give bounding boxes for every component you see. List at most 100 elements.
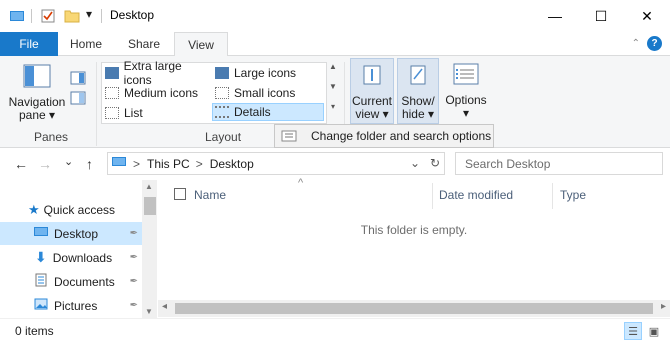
new-folder-icon[interactable] — [64, 8, 80, 24]
column-header-date-modified[interactable]: Date modified — [439, 188, 513, 202]
options-button[interactable]: Options ▾ — [443, 58, 489, 124]
customize-qat-dropdown[interactable]: ▾ — [86, 7, 92, 23]
horizontal-scrollbar[interactable]: ◂ ▸ — [158, 300, 670, 317]
navigation-pane: ★ Quick access Desktop ✒ ⬇ Downloads ✒ D… — [0, 180, 158, 318]
divider — [101, 9, 102, 23]
folder-options-icon — [281, 130, 297, 142]
large-icons-view-toggle[interactable]: ▣ — [645, 322, 663, 340]
collapse-ribbon-icon[interactable]: ⌃ — [632, 38, 640, 49]
title-bar: ▾ Desktop — ☐ ✕ — [0, 0, 670, 32]
details-pane-icon[interactable] — [70, 90, 86, 109]
pin-icon[interactable]: ✒ — [130, 228, 138, 239]
layout-small-icons[interactable]: Small icons — [215, 84, 323, 102]
column-header-type[interactable]: Type — [560, 188, 586, 202]
back-button[interactable]: ← — [14, 156, 28, 172]
close-button[interactable]: ✕ — [624, 0, 670, 32]
this-pc-icon — [111, 155, 129, 172]
select-all-checkbox[interactable] — [174, 188, 186, 200]
current-view-button[interactable]: Current view ▾ — [350, 58, 394, 124]
desktop-icon — [33, 225, 49, 242]
nav-item-pictures[interactable]: Pictures ✒ — [0, 294, 142, 317]
tab-home[interactable]: Home — [60, 32, 112, 56]
address-dropdown-button[interactable]: ⌄ — [410, 156, 420, 170]
divider — [31, 9, 32, 23]
pin-icon[interactable]: ✒ — [130, 276, 138, 287]
pin-icon[interactable]: ✒ — [130, 300, 138, 311]
show-hide-button[interactable]: Show/ hide ▾ — [397, 58, 439, 124]
column-divider[interactable] — [432, 183, 433, 209]
layout-item-label: Large icons — [234, 66, 297, 80]
column-header-name[interactable]: Name — [194, 188, 226, 202]
preview-pane-icon[interactable] — [70, 70, 86, 89]
minimize-icon: — — [548, 8, 562, 24]
column-divider[interactable] — [552, 183, 553, 209]
tab-view[interactable]: View — [174, 32, 228, 57]
nav-item-quick-access[interactable]: ★ Quick access — [0, 198, 142, 221]
layout-group-label: Layout — [205, 130, 242, 144]
layout-gallery: Extra large icons Large icons Medium ico… — [101, 59, 327, 124]
nav-item-downloads[interactable]: ⬇ Downloads ✒ — [0, 246, 142, 269]
small-icons-icon — [215, 87, 229, 99]
scroll-down-icon[interactable]: ▼ — [145, 307, 153, 316]
group-divider — [96, 62, 97, 146]
recent-locations-button[interactable]: ⌄ — [64, 155, 73, 168]
layout-large-icons[interactable]: Large icons — [215, 64, 323, 82]
layout-medium-icons[interactable]: Medium icons — [105, 84, 211, 102]
nav-pane-scroll-thumb[interactable] — [144, 197, 156, 215]
horizontal-scroll-thumb[interactable] — [175, 303, 653, 314]
large-icons-view-icon: ▣ — [648, 325, 660, 338]
path-separator[interactable]: > — [133, 157, 140, 171]
up-button[interactable]: ↑ — [86, 156, 93, 172]
search-box[interactable]: Search Desktop — [455, 152, 663, 175]
status-bar: 0 items ☰ ▣ — [0, 318, 670, 342]
gallery-more-icon[interactable]: ▾ — [327, 102, 339, 122]
nav-pane-scrollbar[interactable]: ▲ ▼ — [142, 180, 157, 318]
properties-icon[interactable] — [40, 8, 56, 24]
address-bar[interactable]: > This PC > Desktop ⌄ ↻ — [107, 152, 445, 175]
refresh-button[interactable]: ↻ — [430, 156, 440, 170]
navigation-pane-label-2: pane ▾ — [18, 108, 56, 122]
scroll-down-icon[interactable]: ▼ — [327, 82, 339, 102]
maximize-icon: ☐ — [594, 7, 608, 24]
list-icon — [105, 107, 119, 119]
document-icon — [35, 273, 49, 290]
options-label-2: ▾ — [462, 106, 470, 120]
tab-share[interactable]: Share — [116, 32, 172, 56]
details-view-toggle[interactable]: ☰ — [624, 322, 642, 340]
forward-button[interactable]: → — [38, 156, 52, 172]
large-icons-icon — [215, 67, 229, 79]
scroll-up-icon[interactable]: ▲ — [145, 182, 153, 191]
minimize-button[interactable]: — — [532, 0, 578, 32]
pin-icon[interactable]: ✒ — [130, 252, 138, 263]
help-icon[interactable]: ? — [647, 36, 662, 51]
ribbon-tabs: File Home Share View ⌃ ? — [0, 32, 670, 57]
scroll-left-icon[interactable]: ◂ — [162, 301, 167, 312]
path-separator[interactable]: > — [196, 157, 203, 171]
explorer-window-icon — [9, 8, 25, 24]
search-input[interactable]: Search Desktop — [465, 157, 550, 171]
window-title: Desktop — [110, 8, 155, 22]
breadcrumb-desktop[interactable]: Desktop — [210, 157, 254, 171]
panes-group-label: Panes — [34, 130, 69, 144]
tab-file[interactable]: File — [0, 32, 58, 56]
maximize-button[interactable]: ☐ — [578, 0, 624, 32]
navigation-pane-button[interactable]: Navigation pane ▾ — [6, 60, 68, 122]
nav-item-desktop[interactable]: Desktop ✒ — [0, 222, 142, 245]
layout-details[interactable]: Details — [212, 103, 324, 121]
breadcrumb-this-pc[interactable]: This PC — [147, 157, 190, 171]
layout-gallery-scroll[interactable]: ▲ ▼ ▾ — [327, 62, 339, 124]
scroll-up-icon[interactable]: ▲ — [327, 62, 339, 82]
close-icon: ✕ — [641, 7, 653, 24]
current-view-icon — [363, 65, 381, 85]
scroll-right-icon[interactable]: ▸ — [661, 301, 666, 312]
nav-item-documents[interactable]: Documents ✒ — [0, 270, 142, 293]
file-list: ^ Name Date modified Type This folder is… — [158, 177, 670, 318]
pictures-icon — [34, 298, 50, 313]
nav-item-label: Downloads — [52, 250, 113, 265]
layout-extra-large-icons[interactable]: Extra large icons — [105, 59, 211, 87]
layout-item-label: Small icons — [234, 86, 296, 100]
show-hide-label-2: hide ▾ — [401, 107, 435, 121]
nav-item-label: Pictures — [54, 298, 98, 313]
sort-indicator-icon: ^ — [298, 177, 304, 189]
layout-list[interactable]: List — [105, 104, 211, 122]
